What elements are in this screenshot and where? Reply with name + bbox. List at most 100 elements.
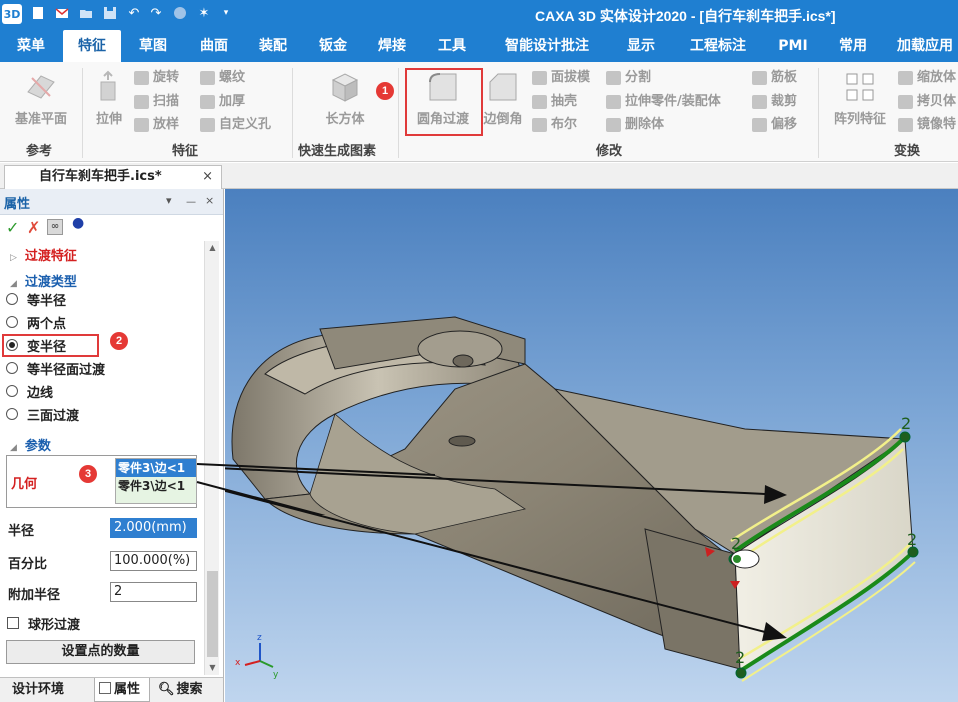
geometry-selector[interactable]: 几何 3 零件3\边<1 零件3\边<1	[6, 455, 197, 508]
axis-triad: z x y	[235, 633, 279, 680]
radio-two-points[interactable]: 两个点	[6, 312, 66, 332]
trim-button[interactable]: 裁剪	[752, 92, 797, 112]
radio-edge[interactable]: 边线	[6, 381, 53, 401]
list-item[interactable]: 零件3\边<1	[116, 477, 196, 495]
open-folder-icon[interactable]	[78, 5, 94, 21]
set-points-button[interactable]: 设置点的数量	[6, 640, 195, 664]
hand-cursor-icon	[730, 549, 760, 569]
scroll-thumb[interactable]	[207, 571, 218, 657]
properties-panel: 属性 ▾ ᅳ × ✓ ✗ ∞ ● ▷ 过渡特征 ◢ 过渡类型 等半径 两个点 变半径…	[0, 189, 224, 702]
tab-feature[interactable]: 特征	[63, 30, 121, 62]
tab-design-environment[interactable]: 设计环境	[8, 678, 68, 702]
thread-icon	[200, 71, 215, 85]
axis-label-z: z	[257, 633, 262, 643]
pattern-feature-button[interactable]: 阵列特征	[826, 66, 894, 138]
geometry-list[interactable]: 零件3\边<1 零件3\边<1	[115, 458, 197, 504]
tab-sketch[interactable]: 草图	[126, 30, 180, 62]
confirm-icon[interactable]: ✓	[6, 218, 19, 237]
document-tab-label: 自行车刹车把手.ics*	[39, 169, 162, 184]
list-item[interactable]: 零件3\边<1	[116, 459, 196, 477]
control-point[interactable]	[899, 431, 911, 443]
thread-button[interactable]: 螺纹	[200, 68, 245, 88]
base-plane-button[interactable]: 基准平面	[6, 66, 76, 138]
extrude-part-button[interactable]: 拉伸零件/装配体	[606, 92, 721, 112]
radio-label: 三面过渡	[27, 408, 80, 424]
viewport-canvas[interactable]: 2 2 2 2 z x y	[225, 189, 958, 702]
boolean-button[interactable]: 布尔	[532, 115, 577, 135]
radio-label: 两个点	[27, 316, 67, 332]
sweep-button[interactable]: 扫描	[134, 92, 179, 112]
scroll-up-icon[interactable]: ▲	[205, 241, 220, 255]
3d-viewport[interactable]: 2 2 2 2 z x y	[225, 189, 958, 702]
radio-constant-radius[interactable]: 等半径	[6, 289, 66, 309]
scroll-down-icon[interactable]: ▼	[205, 661, 220, 675]
radius-field[interactable]: 2.000(mm)	[110, 518, 197, 538]
tab-display[interactable]: 显示	[614, 30, 668, 62]
section-params[interactable]: ◢ 参数	[10, 435, 51, 454]
loft-button[interactable]: 放样	[134, 115, 179, 135]
shell-button[interactable]: 抽壳	[532, 92, 577, 112]
draft-button[interactable]: 面拔模	[532, 68, 590, 88]
revolve-button[interactable]: 旋转	[134, 68, 179, 88]
sparkle-icon[interactable]: ✶	[196, 5, 212, 21]
spherical-fillet-checkbox[interactable]: 球形过渡	[7, 613, 80, 633]
tab-tools[interactable]: 工具	[425, 30, 479, 62]
tab-pmi[interactable]: PMI	[770, 30, 816, 62]
ribbon-separator	[398, 68, 399, 158]
mail-icon[interactable]	[54, 5, 70, 21]
offset-button[interactable]: 偏移	[752, 115, 797, 135]
custom-hole-button[interactable]: 自定义孔	[200, 115, 271, 135]
extra-radius-field[interactable]: 2	[110, 582, 197, 602]
tab-common[interactable]: 常用	[830, 30, 876, 62]
annotation-arrow-bridge	[196, 463, 435, 515]
tab-surface[interactable]: 曲面	[187, 30, 241, 62]
tab-menu[interactable]: 菜单	[4, 30, 58, 62]
preview-icon[interactable]: ∞	[47, 219, 63, 235]
tab-label: 搜索	[176, 682, 203, 697]
document-tab[interactable]: 自行车刹车把手.ics* ×	[4, 165, 222, 189]
title-bar: 3D ↶ ↷ ✶ ▾ CAXA 3D 实体设计2020 - [自行车刹车把手.i…	[0, 0, 958, 30]
pin-icon[interactable]: ᅳ	[186, 194, 196, 210]
app-logo-icon[interactable]: 3D	[2, 4, 22, 24]
scale-body-button[interactable]: 缩放体	[898, 68, 956, 88]
radio-dot	[6, 316, 18, 328]
section-fillet-type[interactable]: ◢ 过渡类型	[10, 271, 77, 290]
edge-point-label: 2	[907, 530, 917, 549]
thicken-button[interactable]: 加厚	[200, 92, 245, 112]
tab-sheet-metal[interactable]: 钣金	[306, 30, 360, 62]
dropdown-icon[interactable]: ▾	[218, 5, 234, 21]
split-button[interactable]: 分割	[606, 68, 651, 88]
tab-weld[interactable]: 焊接	[365, 30, 419, 62]
help-dot-icon[interactable]: ●	[72, 215, 84, 231]
tab-search[interactable]: 🔍︎ 搜索	[156, 678, 205, 702]
extrude-button[interactable]: 拉伸	[88, 66, 130, 138]
tab-properties[interactable]: 属性	[94, 678, 150, 702]
radio-face-fillet[interactable]: 等半径面过渡	[6, 358, 105, 378]
control-point[interactable]	[735, 667, 747, 679]
tab-load-apps[interactable]: 加载应用	[890, 30, 958, 62]
globe-icon[interactable]	[172, 5, 188, 21]
box-button[interactable]: 长方体	[310, 66, 380, 138]
new-doc-icon[interactable]	[30, 5, 46, 21]
undo-icon[interactable]: ↶	[126, 5, 142, 21]
delete-body-button[interactable]: 删除体	[606, 115, 664, 135]
chamfer-button[interactable]: 边倒角	[480, 66, 526, 138]
section-fillet-feature[interactable]: ▷ 过渡特征	[10, 245, 77, 264]
tab-smart-annotation[interactable]: 智能设计批注	[495, 30, 599, 62]
rib-button[interactable]: 筋板	[752, 68, 797, 88]
redo-icon[interactable]: ↷	[148, 5, 164, 21]
tab-assembly[interactable]: 装配	[246, 30, 300, 62]
thicken-label: 加厚	[219, 94, 246, 109]
percent-field[interactable]: 100.000(%)	[110, 551, 197, 571]
panel-menu-icon[interactable]: ▾	[166, 194, 172, 207]
radio-three-face[interactable]: 三面过渡	[6, 404, 79, 424]
close-icon[interactable]: ×	[202, 166, 213, 188]
save-icon[interactable]	[102, 5, 118, 21]
cancel-icon[interactable]: ✗	[27, 218, 40, 237]
ribbon-group-reference: 参考	[26, 144, 53, 159]
close-icon[interactable]: ×	[205, 194, 214, 207]
tab-engineering-annotation[interactable]: 工程标注	[682, 30, 754, 62]
copy-body-button[interactable]: 拷贝体	[898, 92, 956, 112]
boolean-icon	[532, 118, 547, 132]
mirror-button[interactable]: 镜像特	[898, 115, 956, 135]
